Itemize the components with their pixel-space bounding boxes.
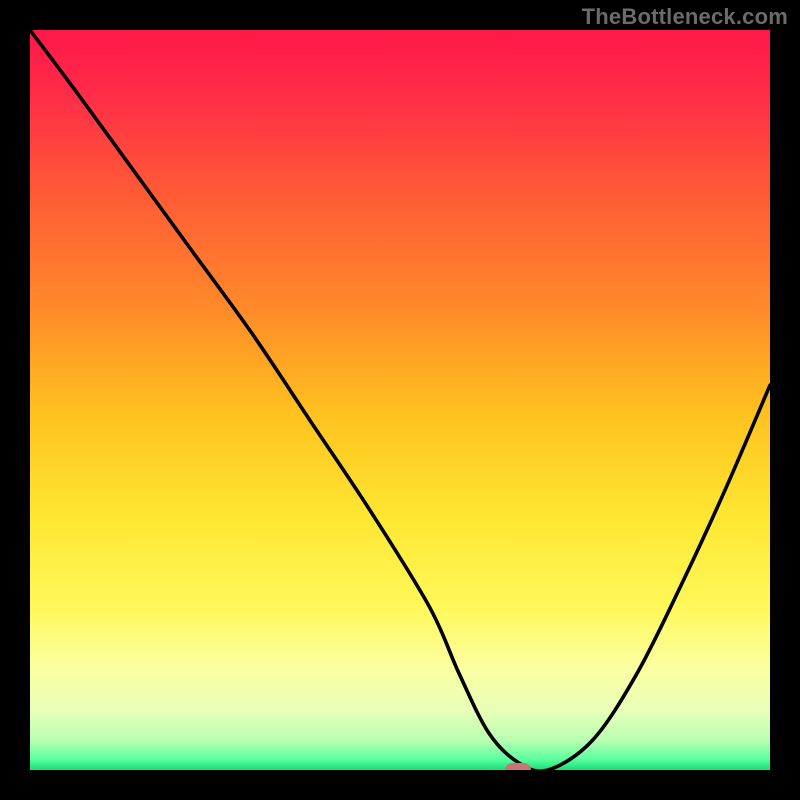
plot-area: [30, 30, 770, 770]
watermark-label: TheBottleneck.com: [582, 4, 788, 30]
bottleneck-curve: [30, 30, 770, 770]
optimal-point-marker: [505, 763, 531, 770]
chart-frame: TheBottleneck.com: [0, 0, 800, 800]
